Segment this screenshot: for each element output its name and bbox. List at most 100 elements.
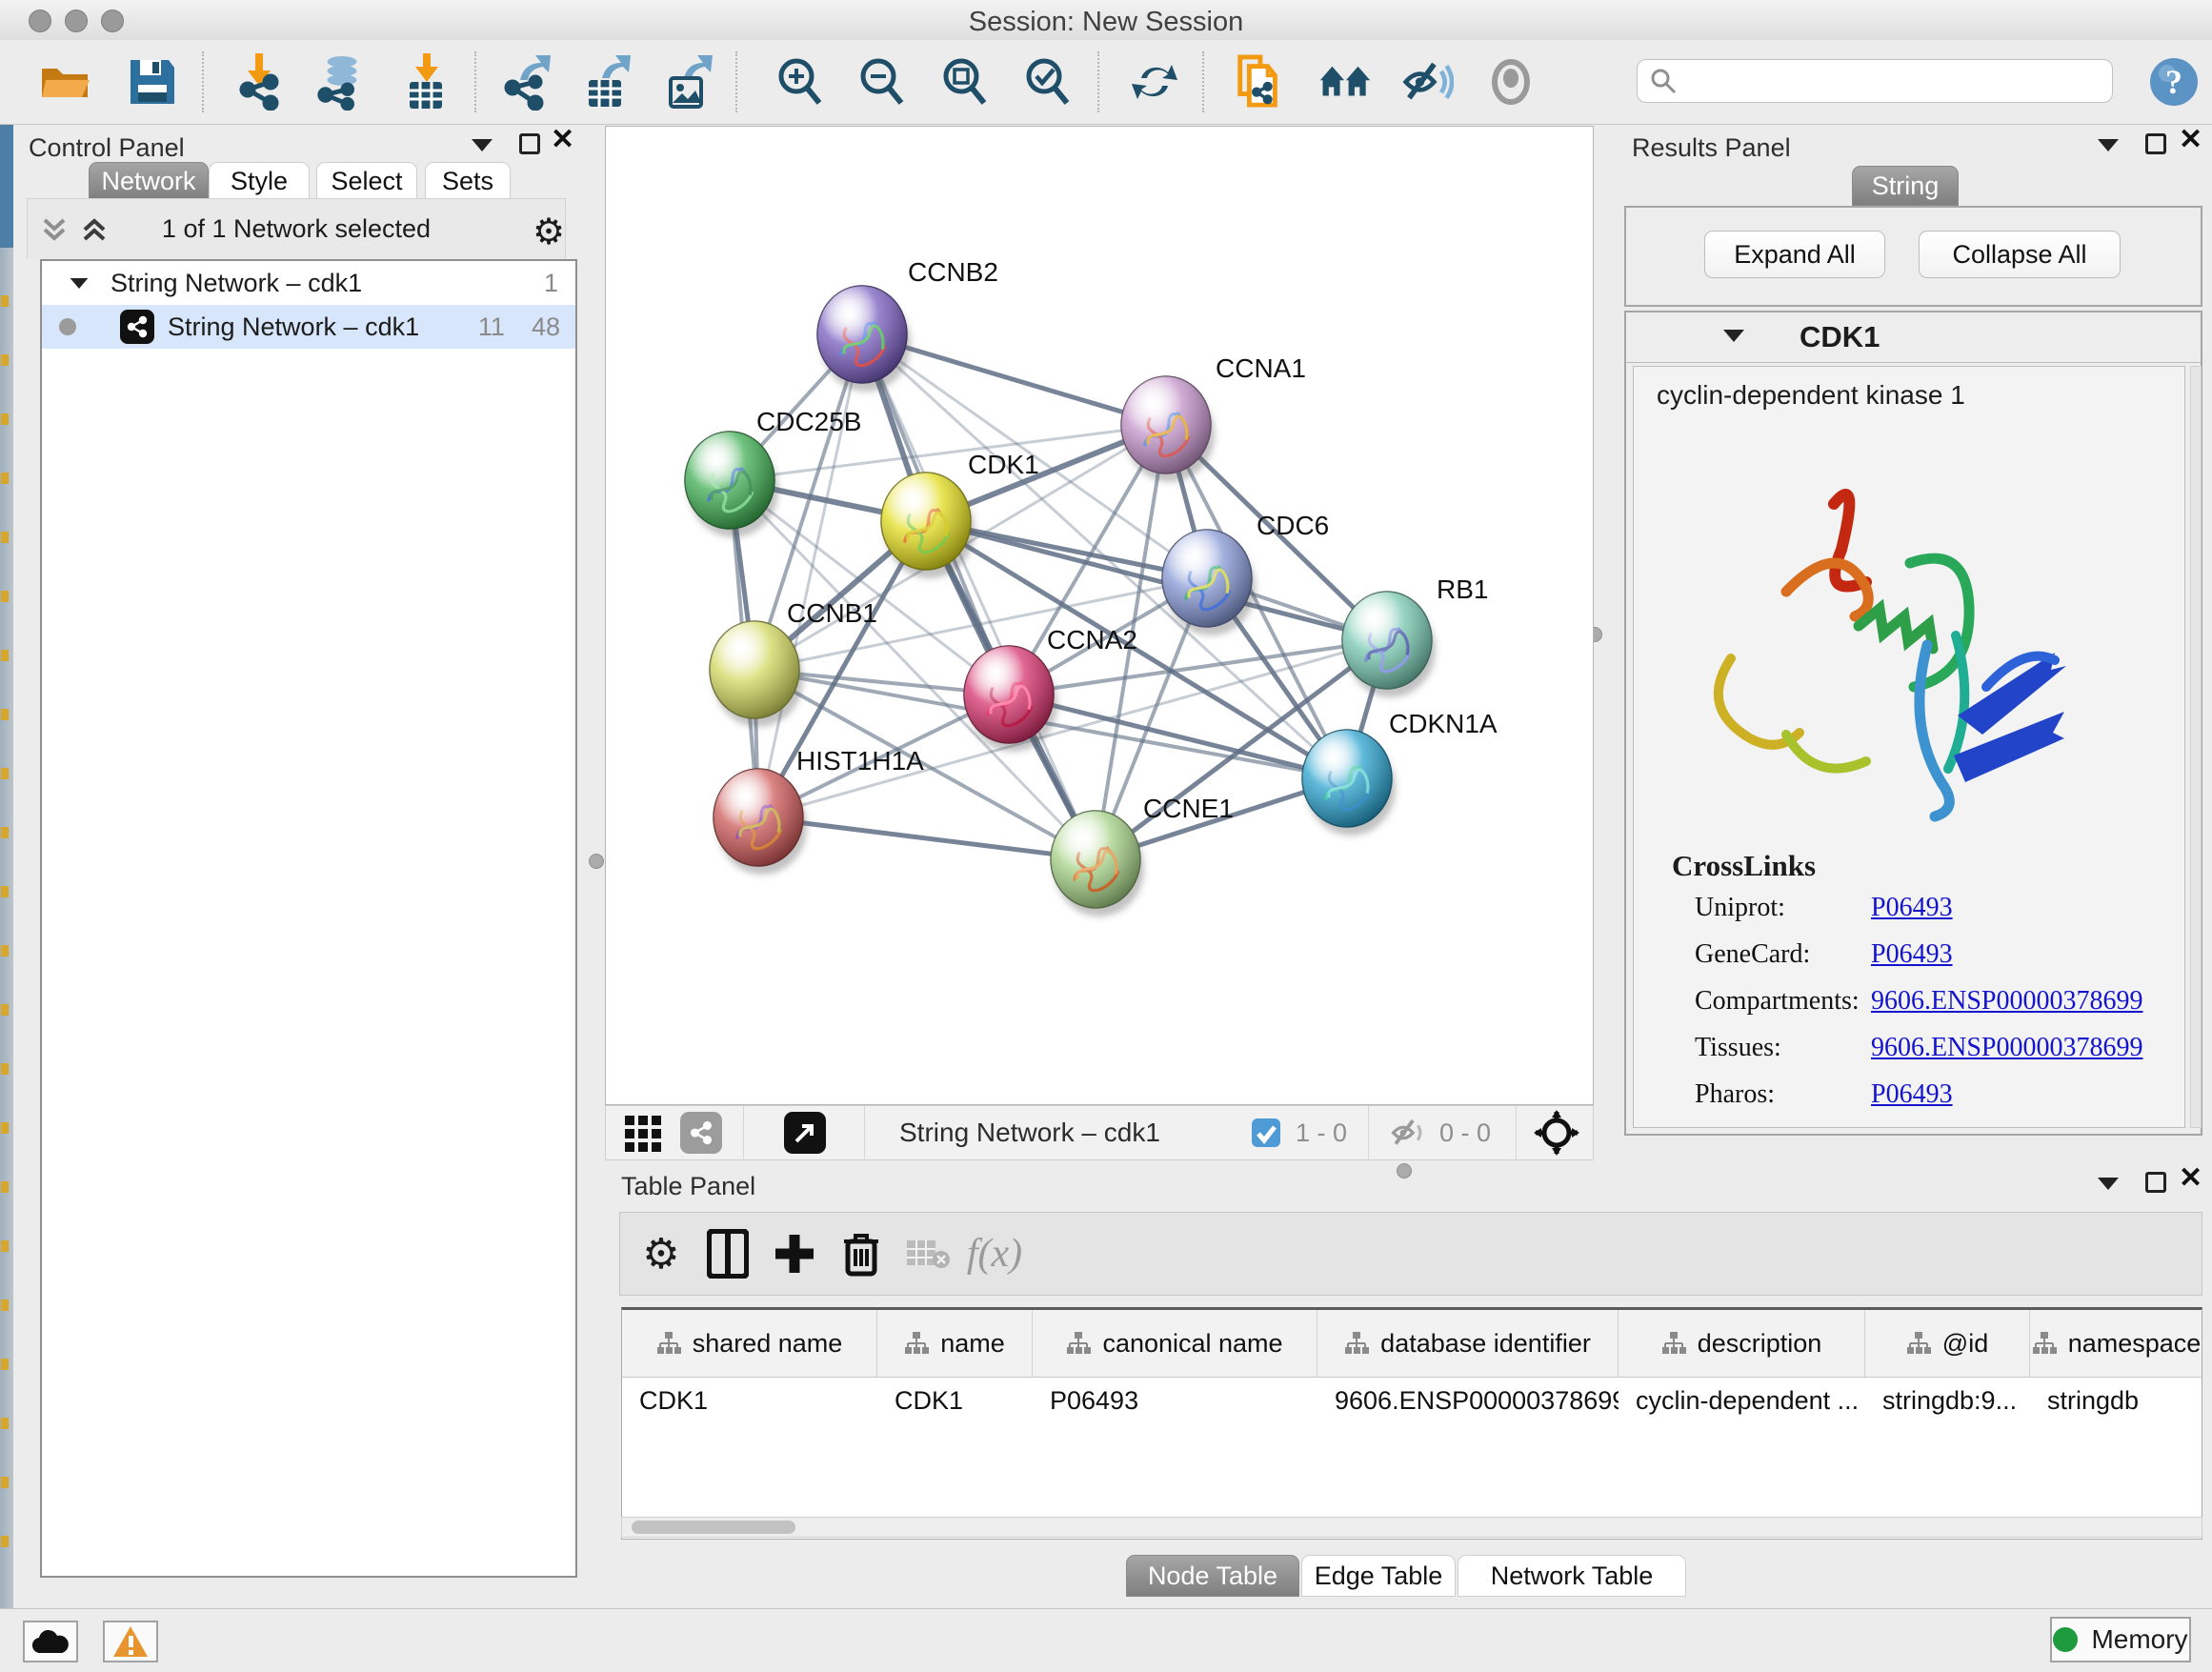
crosslink-value-link[interactable]: 9606.ENSP00000378699	[1871, 1033, 2142, 1063]
results-panel-close-icon[interactable]: ✕	[2179, 130, 2202, 151]
expand-all-button[interactable]: Expand All	[1704, 231, 1885, 278]
network-view-canvas[interactable]: CCNB2CCNA1CDC25BCDK1CDC6RB1CCNB1CCNA2CDK…	[605, 126, 1594, 1105]
crosslink-row: Compartments:9606.ENSP00000378699	[1695, 986, 2171, 1017]
node-CCNB1[interactable]: CCNB1	[710, 598, 877, 727]
node-CCNB2[interactable]: CCNB2	[817, 257, 998, 392]
table-horizontal-scrollbar[interactable]	[621, 1517, 2202, 1538]
table-cell[interactable]: stringdb:9...	[1865, 1378, 2030, 1423]
column-header-label: canonical name	[1102, 1329, 1282, 1359]
node-section-header[interactable]: CDK1	[1626, 312, 2201, 363]
create-column-plus-icon[interactable]	[761, 1225, 828, 1282]
column-header-database-identifier[interactable]: database identifier	[1317, 1310, 1619, 1377]
birdseye-grid-icon[interactable]	[623, 1112, 665, 1154]
table-cell[interactable]: CDK1	[877, 1378, 1033, 1423]
node-section-collapse-icon[interactable]	[1723, 330, 1744, 342]
tab-network-table[interactable]: Network Table	[1458, 1555, 1686, 1597]
results-scrollbar[interactable]	[2190, 366, 2202, 1128]
show-columns-icon[interactable]	[694, 1225, 761, 1282]
node-HIST1H1A[interactable]: HIST1H1A	[714, 746, 924, 875]
apply-layout-button[interactable]	[1128, 55, 1181, 109]
zoom-out-button[interactable]	[855, 55, 909, 109]
import-table-button[interactable]	[400, 55, 453, 109]
tab-style[interactable]: Style	[209, 162, 310, 200]
selected-checkbox-icon[interactable]	[1250, 1117, 1282, 1149]
table-cell[interactable]: cyclin-dependent ...	[1619, 1378, 1865, 1423]
network-row[interactable]: String Network – cdk1 11 48	[42, 305, 575, 349]
network-view-toolbar: String Network – cdk1 1 - 0 0 - 0	[605, 1105, 1594, 1160]
column-header-description[interactable]: description	[1619, 1310, 1865, 1377]
delete-column-trash-icon[interactable]	[828, 1225, 895, 1282]
table-cell[interactable]: stringdb	[2030, 1378, 2202, 1423]
collection-expand-icon[interactable]	[70, 277, 89, 288]
node-CDKN1A[interactable]: CDKN1A	[1302, 709, 1498, 836]
table-panel-menu-icon[interactable]	[2098, 1178, 2119, 1190]
zoom-fit-button[interactable]	[938, 55, 992, 109]
fit-content-crosshair-icon[interactable]	[1534, 1110, 1579, 1156]
search-input[interactable]	[1678, 66, 2091, 97]
open-in-browser-icon[interactable]	[784, 1112, 826, 1154]
column-header-canonical-name[interactable]: canonical name	[1033, 1310, 1317, 1377]
zoom-selected-button[interactable]	[1021, 55, 1075, 109]
save-session-button[interactable]	[126, 55, 179, 109]
string-style-icon[interactable]	[680, 1112, 722, 1154]
cloud-status-button[interactable]	[23, 1621, 78, 1662]
table-panel-close-icon[interactable]: ✕	[2179, 1168, 2202, 1189]
column-header--id[interactable]: @id	[1865, 1310, 2030, 1377]
tab-string[interactable]: String	[1852, 166, 1959, 206]
column-header-shared-name[interactable]: shared name	[622, 1310, 877, 1377]
clone-network-button[interactable]	[1233, 55, 1286, 109]
edge-CCNB2-CCNE1[interactable]	[862, 334, 1096, 859]
control-panel-float-icon[interactable]	[519, 133, 540, 154]
network-graph[interactable]: CCNB2CCNA1CDC25BCDK1CDC6RB1CCNB1CCNA2CDK…	[606, 127, 1593, 1104]
node-RB1[interactable]: RB1	[1342, 574, 1488, 697]
control-panel-close-icon[interactable]: ✕	[551, 130, 574, 151]
tab-network[interactable]: Network	[89, 162, 209, 200]
crosslink-value-link[interactable]: P06493	[1871, 939, 1953, 970]
collapse-all-button[interactable]: Collapse All	[1919, 231, 2121, 278]
node-CDC25B[interactable]: CDC25B	[685, 407, 861, 537]
search-field[interactable]	[1637, 59, 2113, 103]
memory-button[interactable]: Memory	[2050, 1617, 2191, 1662]
open-session-button[interactable]	[38, 55, 91, 109]
tab-select[interactable]: Select	[316, 162, 417, 200]
edge-HIST1H1A-CCNE1[interactable]	[758, 817, 1096, 859]
title-bar: Session: New Session	[0, 0, 2212, 41]
node-CCNA1[interactable]: CCNA1	[1121, 353, 1306, 482]
table-cell[interactable]: P06493	[1033, 1378, 1317, 1423]
first-neighbors-button[interactable]	[1318, 55, 1372, 109]
tab-node-table[interactable]: Node Table	[1126, 1555, 1299, 1597]
table-scrollbar-thumb[interactable]	[632, 1521, 795, 1534]
node-label-CCNE1: CCNE1	[1143, 794, 1234, 823]
export-image-button[interactable]	[663, 55, 716, 109]
import-network-button[interactable]	[234, 55, 288, 109]
warnings-button[interactable]	[103, 1621, 158, 1662]
results-panel-float-icon[interactable]	[2145, 133, 2166, 154]
column-header-namespace[interactable]: namespace	[2030, 1310, 2202, 1377]
crosslink-value-link[interactable]: 9606.ENSP00000378699	[1871, 986, 2142, 1017]
crosslink-value-link[interactable]: P06493	[1871, 1079, 1953, 1110]
table-settings-gear-icon[interactable]: ⚙	[628, 1225, 694, 1282]
export-table-button[interactable]	[581, 55, 634, 109]
control-panel-menu-icon[interactable]	[472, 139, 493, 151]
network-options-gear-icon[interactable]: ⚙	[533, 211, 565, 253]
node-table[interactable]: shared namename canonical name database id…	[621, 1307, 2202, 1540]
import-network-from-database-button[interactable]	[314, 55, 368, 109]
network-collection-row[interactable]: String Network – cdk1 1	[42, 261, 575, 305]
node-CCNE1[interactable]: CCNE1	[1051, 794, 1234, 917]
crosslink-value-link[interactable]: P06493	[1871, 893, 1953, 923]
column-header-name[interactable]: name	[877, 1310, 1033, 1377]
table-panel-float-icon[interactable]	[2145, 1172, 2166, 1193]
network-node-count: 11	[478, 312, 505, 342]
export-network-button[interactable]	[501, 55, 554, 109]
vertical-splitter-handle-left[interactable]	[589, 854, 604, 869]
show-all-button[interactable]	[1484, 55, 1538, 109]
results-panel-menu-icon[interactable]	[2098, 139, 2119, 151]
zoom-in-button[interactable]	[774, 55, 827, 109]
help-button[interactable]: ?	[2147, 55, 2201, 109]
hide-selected-button[interactable]	[1400, 55, 1454, 109]
tab-sets[interactable]: Sets	[425, 162, 511, 200]
table-cell[interactable]: 9606.ENSP00000378699	[1317, 1378, 1619, 1423]
tab-edge-table-label: Edge Table	[1315, 1561, 1443, 1591]
table-cell[interactable]: CDK1	[622, 1378, 877, 1423]
tab-edge-table[interactable]: Edge Table	[1301, 1555, 1456, 1597]
